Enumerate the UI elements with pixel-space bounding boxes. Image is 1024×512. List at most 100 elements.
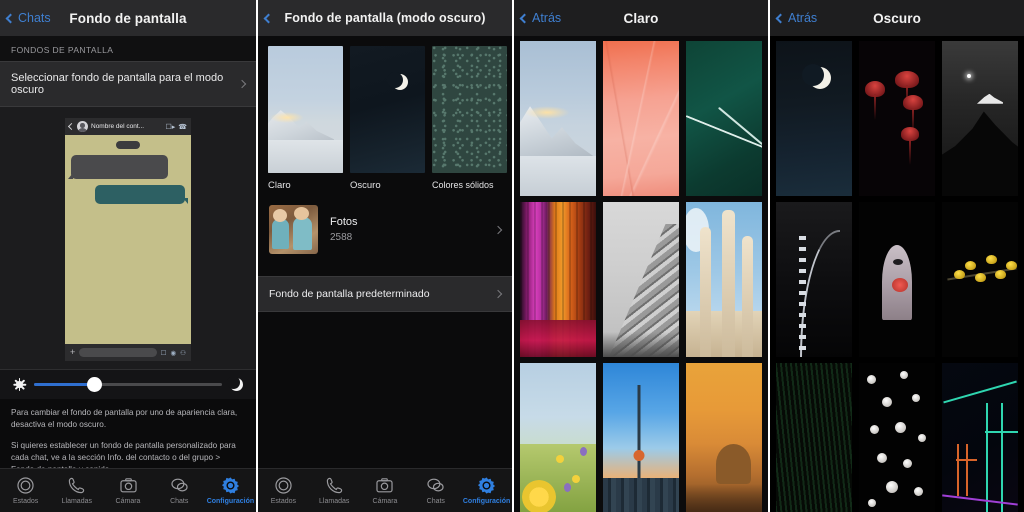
avatar [77, 121, 88, 132]
photos-thumbnail [269, 205, 318, 254]
category-label: Oscuro [350, 180, 425, 191]
light-wallpaper-grid [514, 36, 768, 512]
wallpaper-crescent-moon-night-sky[interactable] [776, 41, 852, 196]
brightness-slider-row[interactable] [0, 369, 256, 399]
panel2-body: Claro Oscuro Colores sólidos Fotos 2588 [258, 36, 512, 512]
panel-light-wallpapers: Atrás Claro [512, 0, 768, 512]
back-label: Atrás [532, 11, 561, 25]
wallpaper-moonlit-snow-peak[interactable] [942, 41, 1018, 196]
tab-configuracion[interactable]: Configuración [205, 469, 256, 512]
panel1-navbar: Chats Fondo de pantalla [0, 0, 256, 36]
select-dark-wallpaper-row[interactable]: Seleccionar fondo de pantalla para el mo… [0, 61, 256, 107]
tab-camara[interactable]: Cámara [360, 469, 411, 512]
panel4-navbar: Atrás Oscuro [770, 0, 1024, 36]
chevron-right-icon [494, 225, 502, 233]
panel1-body: FONDOS DE PANTALLA Seleccionar fondo de … [0, 36, 256, 512]
tab-label: Cámara [373, 498, 398, 505]
back-label: Atrás [788, 11, 817, 25]
wallpaper-pink-coral-texture[interactable] [603, 41, 679, 196]
gear-icon [477, 476, 496, 495]
category-label: Colores sólidos [432, 180, 507, 190]
category-colores-solidos[interactable]: Colores sólidos [432, 46, 507, 191]
wallpaper-magenta-orange-curtains[interactable] [520, 202, 596, 357]
microphone-icon: ⚇ [180, 349, 186, 357]
preview-input-bar: + ☐ ◉ ⚇ [65, 344, 191, 361]
chat-bubble-icon [426, 476, 445, 495]
wallpaper-illuminated-tower-night[interactable] [776, 202, 852, 357]
back-label: Chats [18, 11, 51, 25]
tab-estados[interactable]: Estados [0, 469, 51, 512]
tab-chats[interactable]: Chats [154, 469, 205, 512]
tab-llamadas[interactable]: Llamadas [309, 469, 360, 512]
wallpaper-snowy-mountain-sunrise[interactable] [520, 41, 596, 196]
phone-mockup: Nombre del cont... ☐▸ ☎ + ☐ ◉ ⚇ [65, 118, 191, 361]
wallpaper-settings-screenshot: Chats Fondo de pantalla FONDOS DE PANTAL… [0, 0, 1024, 512]
dark-wallpaper-grid [770, 36, 1024, 512]
panel3-navbar: Atrás Claro [514, 0, 768, 36]
slider-thumb[interactable] [87, 377, 102, 392]
wallpaper-neon-grid-architecture[interactable] [942, 363, 1018, 512]
wallpaper-mosque-minarets-blue-sky[interactable] [686, 202, 762, 357]
panel-wallpaper-dark-mode: Fondo de pantalla (modo oscuro) Claro Os… [256, 0, 512, 512]
panel1-notes: Para cambiar el fondo de pantalla por un… [0, 399, 256, 475]
page-title: Fondo de pantalla [69, 11, 186, 26]
panel-wallpaper-settings: Chats Fondo de pantalla FONDOS DE PANTAL… [0, 0, 256, 512]
tab-label: Llamadas [319, 498, 349, 505]
back-button[interactable]: Atrás [521, 0, 561, 36]
wallpaper-yellow-wildflowers-meadow[interactable] [520, 363, 596, 512]
wallpaper-white-blossoms-black[interactable] [859, 363, 935, 512]
page-title: Oscuro [873, 11, 921, 26]
wallpaper-pink-arch-doorway[interactable] [859, 202, 935, 357]
section-header: FONDOS DE PANTALLA [0, 36, 256, 61]
video-camera-icon: ☐▸ [165, 123, 175, 131]
wallpaper-yellow-blossom-branch[interactable] [942, 202, 1018, 357]
slider-track[interactable] [34, 383, 222, 386]
wallpaper-dark-pine-forest[interactable] [776, 363, 852, 512]
default-wallpaper-row[interactable]: Fondo de pantalla predeterminado [258, 276, 512, 312]
wallpaper-red-jellyfish-dark[interactable] [859, 41, 935, 196]
camera-icon [375, 476, 394, 495]
category-label: Claro [268, 180, 343, 191]
chevron-right-icon [238, 80, 246, 88]
contact-name: Nombre del cont... [91, 123, 162, 130]
page-title: Claro [623, 11, 658, 26]
note-paragraph-1: Para cambiar el fondo de pantalla por un… [11, 407, 245, 431]
page-title: Fondo de pantalla (modo oscuro) [284, 11, 485, 25]
chevron-right-icon [494, 290, 502, 298]
select-dark-wallpaper-label: Seleccionar fondo de pantalla para el mo… [11, 72, 239, 96]
panel-dark-wallpapers: Atrás Oscuro [768, 0, 1024, 512]
tab-configuracion[interactable]: Configuración [461, 469, 512, 512]
photos-title: Fotos [330, 216, 483, 228]
tab-chats[interactable]: Chats [410, 469, 461, 512]
chevron-left-icon [264, 13, 274, 23]
category-claro[interactable]: Claro [268, 46, 343, 191]
category-thumbnail [432, 46, 507, 173]
back-to-chats-button[interactable]: Chats [7, 0, 51, 36]
wallpaper-green-aerial-shoreline[interactable] [686, 41, 762, 196]
tab-estados[interactable]: Estados [258, 469, 309, 512]
wallpaper-rio-sugarloaf-golden-sunset[interactable] [686, 363, 762, 512]
photos-row[interactable]: Fotos 2588 [258, 191, 512, 268]
sun-icon [13, 378, 26, 391]
message-field [79, 348, 156, 357]
wallpaper-grayscale-pyramid-steps[interactable] [603, 202, 679, 357]
incoming-bubble [71, 155, 168, 179]
back-button[interactable] [265, 0, 273, 36]
preview-chat-header: Nombre del cont... ☐▸ ☎ [65, 118, 191, 135]
panel2-tabbar: Estados Llamadas Cámara Chats Configurac… [258, 468, 512, 512]
tab-label: Estados [13, 498, 38, 505]
tab-camara[interactable]: Cámara [102, 469, 153, 512]
category-oscuro[interactable]: Oscuro [350, 46, 425, 191]
chevron-left-icon [776, 13, 786, 23]
tab-label: Cámara [116, 498, 141, 505]
chevron-left-icon [6, 13, 16, 23]
chat-bubble-icon [170, 476, 189, 495]
preview-chat-body [65, 135, 191, 344]
photos-meta: Fotos 2588 [330, 216, 483, 243]
tab-label: Chats [170, 498, 188, 505]
panel2-navbar: Fondo de pantalla (modo oscuro) [258, 0, 512, 36]
back-button[interactable]: Atrás [777, 0, 817, 36]
tab-llamadas[interactable]: Llamadas [51, 469, 102, 512]
tab-label: Chats [427, 498, 445, 505]
wallpaper-kuwait-tower-city-skyline[interactable] [603, 363, 679, 512]
